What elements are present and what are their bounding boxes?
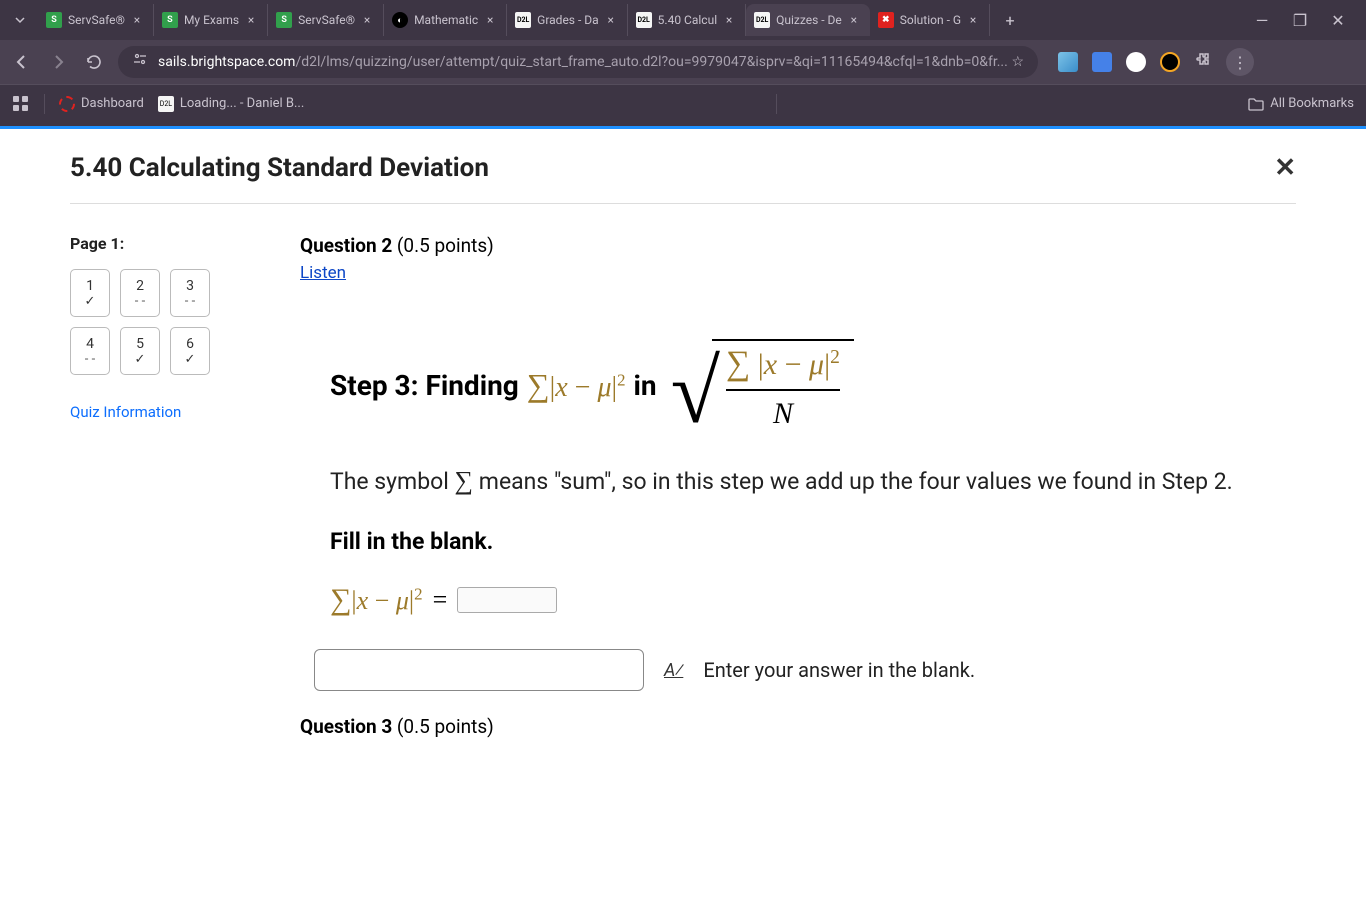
address-bar: sails.brightspace.com/d2l/lms/quizzing/u…	[0, 40, 1366, 84]
close-icon[interactable]: ×	[129, 12, 145, 28]
back-button[interactable]	[10, 50, 34, 74]
tab-grades[interactable]: D2LGrades - Da×	[507, 4, 628, 36]
check-icon: ✓	[185, 353, 196, 366]
d2l-icon: D2L	[754, 12, 770, 28]
close-icon[interactable]: ×	[603, 12, 619, 28]
question-tile-2[interactable]: 2- -	[120, 269, 160, 317]
close-window-button[interactable]: ✕	[1328, 11, 1348, 30]
extension-1-icon[interactable]	[1058, 52, 1078, 72]
dashboard-icon	[59, 96, 75, 112]
circle-icon: ◐	[392, 12, 408, 28]
close-icon[interactable]: ×	[482, 12, 498, 28]
quiz-info-link[interactable]: Quiz Information	[70, 403, 250, 421]
answer-hint: Enter your answer in the blank.	[703, 658, 975, 682]
forward-button[interactable]	[46, 50, 70, 74]
servsafe-icon: S	[46, 12, 62, 28]
dash-icon: - -	[135, 295, 145, 308]
extension-4-icon[interactable]	[1160, 52, 1180, 72]
bookmark-dashboard[interactable]: Dashboard	[59, 96, 144, 112]
url-path: /d2l/lms/quizzing/user/attempt/quiz_star…	[295, 54, 1007, 70]
close-icon[interactable]: ×	[721, 12, 737, 28]
question-grid: 1✓ 2- - 3- - 4- - 5✓ 6✓	[70, 269, 250, 375]
extension-3-icon[interactable]	[1126, 52, 1146, 72]
close-icon[interactable]: ×	[359, 12, 375, 28]
question-3-header: Question 3 (0.5 points)	[300, 715, 1296, 738]
separator	[776, 94, 777, 114]
step-heading: Step 3: Finding ∑|x − μ|2 in √ ∑ |x − μ|…	[330, 339, 1296, 431]
all-bookmarks-button[interactable]: All Bookmarks	[1248, 96, 1354, 112]
minimize-button[interactable]: —	[1252, 11, 1272, 30]
question-tile-5[interactable]: 5✓	[120, 327, 160, 375]
tabs-dropdown[interactable]	[8, 8, 32, 32]
tab-my-exams[interactable]: SMy Exams×	[154, 4, 268, 36]
tab-strip: SServSafe®× SMy Exams× SServSafe®× ◐Math…	[0, 0, 1366, 40]
apps-icon[interactable]	[12, 95, 30, 113]
close-icon[interactable]: ×	[243, 12, 259, 28]
separator	[44, 94, 45, 114]
url-host: sails.brightspace.com	[158, 54, 295, 70]
tab-servsafe-2[interactable]: SServSafe®×	[268, 4, 384, 36]
question-sidebar: Page 1: 1✓ 2- - 3- - 4- - 5✓ 6✓ Quiz Inf…	[70, 234, 250, 738]
dash-icon: - -	[185, 295, 195, 308]
tab-mathematic[interactable]: ◐Mathematic×	[384, 4, 507, 36]
close-quiz-button[interactable]: ✕	[1274, 153, 1296, 183]
answer-input[interactable]	[314, 649, 644, 691]
question-tile-1[interactable]: 1✓	[70, 269, 110, 317]
fraction-numerator: ∑ |x − μ|2	[726, 345, 840, 389]
bookmark-star-icon[interactable]: ☆	[1011, 54, 1024, 70]
fill-blank-label: Fill in the blank.	[330, 528, 1266, 555]
math-expression: ∑|x − μ|2	[527, 367, 626, 404]
solution-icon: ✖	[878, 12, 894, 28]
close-icon[interactable]: ×	[965, 12, 981, 28]
sqrt-formula: √ ∑ |x − μ|2 N	[671, 339, 854, 431]
tab-quizzes[interactable]: D2LQuizzes - De×	[746, 4, 870, 36]
tab-solution[interactable]: ✖Solution - G×	[870, 4, 990, 36]
d2l-icon: D2L	[636, 12, 652, 28]
page-label: Page 1:	[70, 234, 250, 253]
url-input[interactable]: sails.brightspace.com/d2l/lms/quizzing/u…	[118, 46, 1038, 78]
extensions-icon[interactable]	[1194, 51, 1212, 73]
browser-menu-button[interactable]: ⋮	[1226, 48, 1254, 76]
tab-calc[interactable]: D2L5.40 Calcul×	[628, 4, 746, 36]
question-header: Question 2 (0.5 points)	[300, 234, 1296, 257]
check-icon: ✓	[135, 353, 146, 366]
dash-icon: - -	[85, 353, 95, 366]
extension-2-icon[interactable]	[1092, 52, 1112, 72]
question-tile-4[interactable]: 4- -	[70, 327, 110, 375]
d2l-icon: D2L	[515, 12, 531, 28]
servsafe-icon: S	[276, 12, 292, 28]
restore-button[interactable]: ❐	[1290, 11, 1310, 30]
close-icon[interactable]: ×	[846, 12, 862, 28]
spellcheck-icon[interactable]: A⁄	[664, 660, 683, 681]
blank-placeholder	[457, 587, 557, 613]
quiz-title: 5.40 Calculating Standard Deviation	[70, 153, 489, 183]
explanation-text: The symbol ∑ means "sum", so in this ste…	[330, 461, 1266, 500]
d2l-icon: D2L	[158, 96, 174, 112]
bookmark-loading[interactable]: D2LLoading... - Daniel B...	[158, 96, 304, 112]
reload-button[interactable]	[82, 50, 106, 74]
fraction-denominator: N	[773, 391, 793, 431]
listen-link[interactable]: Listen	[300, 263, 346, 283]
tab-servsafe-1[interactable]: SServSafe®×	[38, 4, 154, 36]
bookmarks-bar: Dashboard D2LLoading... - Daniel B... Al…	[0, 84, 1366, 122]
new-tab-button[interactable]: +	[996, 6, 1024, 34]
folder-icon	[1248, 96, 1264, 112]
question-tile-3[interactable]: 3- -	[170, 269, 210, 317]
servsafe-icon: S	[162, 12, 178, 28]
equation-line: ∑|x − μ|2 =	[330, 583, 1266, 617]
question-tile-6[interactable]: 6✓	[170, 327, 210, 375]
check-icon: ✓	[85, 295, 96, 308]
site-settings-icon[interactable]	[132, 52, 148, 72]
question-content: Question 2 (0.5 points) Listen Step 3: F…	[300, 234, 1296, 738]
